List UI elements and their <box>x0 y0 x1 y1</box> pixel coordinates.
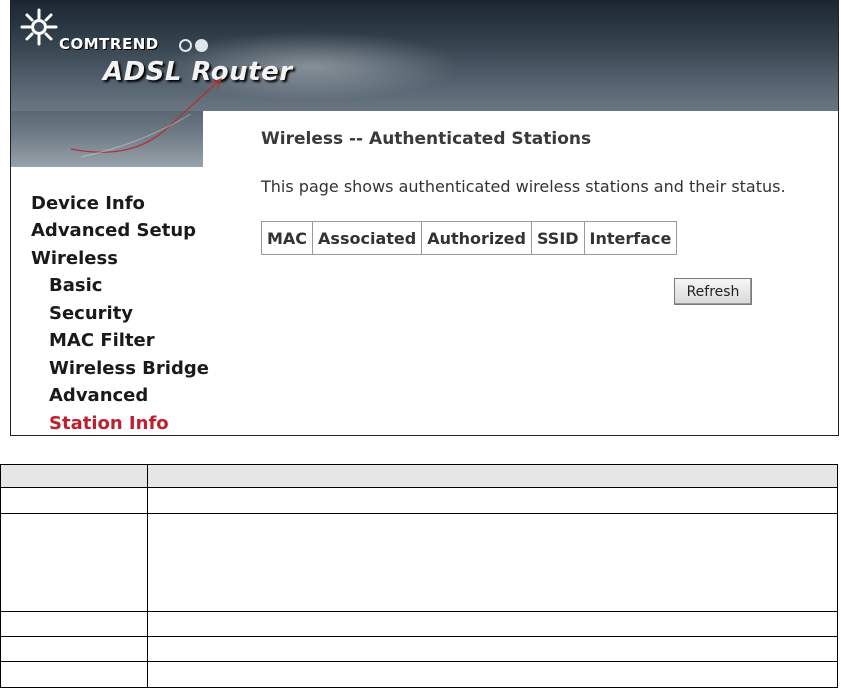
column-header-mac: MAC <box>260 221 314 255</box>
table-cell <box>0 513 148 612</box>
table-row <box>0 636 838 662</box>
sidebar-item-wireless-bridge[interactable]: Wireless Bridge <box>49 358 209 379</box>
column-header-ssid: SSID <box>530 221 585 255</box>
table-header-row: MAC Associated Authorized SSID Interface <box>260 221 678 255</box>
table-cell <box>147 487 838 514</box>
sidebar-item-station-info[interactable]: Station Info <box>49 413 169 434</box>
column-header-authorized: Authorized <box>421 221 532 255</box>
page-title: Wireless -- Authenticated Stations <box>261 129 592 149</box>
brand-name: COMTREND <box>59 35 159 53</box>
table-cell <box>0 636 148 662</box>
table-cell <box>0 611 148 637</box>
sidebar-item-security[interactable]: Security <box>49 303 133 324</box>
table-row <box>0 661 838 688</box>
table-cell <box>0 661 148 688</box>
brand-dots-decoration <box>179 37 211 56</box>
page-description: This page shows authenticated wireless s… <box>261 177 786 196</box>
table-row <box>0 611 838 637</box>
sidebar-item-device-info[interactable]: Device Info <box>31 193 145 214</box>
parameter-description-table <box>0 464 838 688</box>
column-header-interface: Interface <box>583 221 678 255</box>
column-header-associated: Associated <box>312 221 423 255</box>
sidebar-nav: Device Info Advanced Setup Wireless Basi… <box>11 167 211 435</box>
table-cell <box>147 513 838 612</box>
refresh-button[interactable]: Refresh <box>674 278 752 305</box>
comtrend-sunburst-logo-icon <box>20 8 58 46</box>
table-cell <box>0 487 148 514</box>
sidebar-item-advanced-setup[interactable]: Advanced Setup <box>31 220 196 241</box>
table-cell <box>147 611 838 637</box>
table-cell <box>0 464 148 488</box>
authenticated-stations-table: MAC Associated Authorized SSID Interface <box>260 221 678 255</box>
table-cell <box>147 661 838 688</box>
table-cell <box>147 636 838 662</box>
table-row <box>0 513 838 612</box>
main-content: Wireless -- Authenticated Stations This … <box>203 111 838 435</box>
sidebar-item-advanced[interactable]: Advanced <box>49 385 148 406</box>
table-row <box>0 487 838 514</box>
router-web-ui: COMTREND ADSL Router Wireless -- Authent… <box>10 0 839 436</box>
sidebar-item-mac-filter[interactable]: MAC Filter <box>49 330 155 351</box>
sidebar-item-wireless[interactable]: Wireless <box>31 248 118 269</box>
table-cell <box>147 464 838 488</box>
table-row <box>0 464 838 488</box>
sidebar-item-basic[interactable]: Basic <box>49 275 102 296</box>
